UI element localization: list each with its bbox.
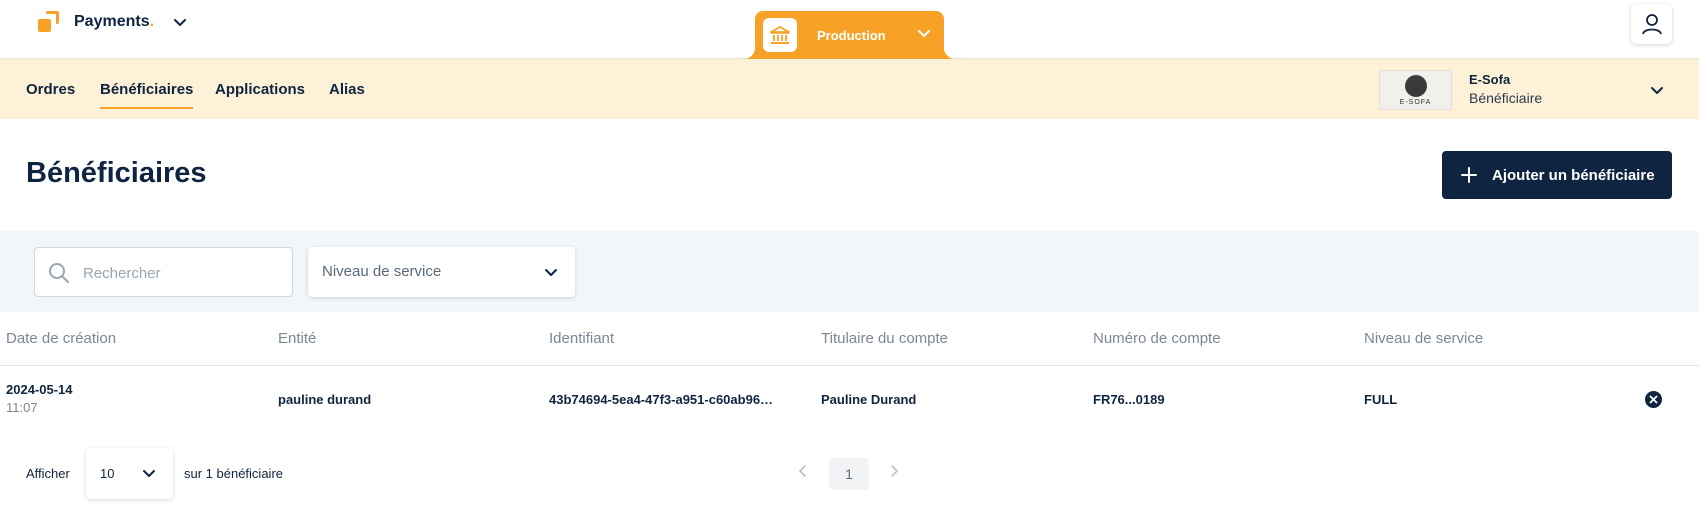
user-account-button[interactable] [1631,4,1672,44]
search-input[interactable] [83,260,278,286]
chevron-right-icon[interactable] [887,464,901,478]
column-header-holder[interactable]: Titulaire du compte [821,330,948,347]
plus-icon [1461,167,1477,183]
per-page-select[interactable]: 10 [86,448,173,499]
column-header-date[interactable]: Date de création [6,330,116,347]
chevron-left-icon[interactable] [796,464,810,478]
brand-name: Payments. [74,13,155,30]
top-bar: Payments. Production [0,0,1699,59]
entity-role: Bénéficiaire [1469,90,1543,106]
nav-item-applications[interactable]: Applications [215,81,305,98]
environment-selector[interactable]: Production [743,11,956,59]
entity-logo: E-SOFA [1379,70,1452,110]
total-count: sur 1 bénéficiaire [184,466,283,481]
entity-switcher[interactable]: E-SOFA E-Sofa Bénéficiaire [1379,70,1679,110]
bank-icon [763,18,797,52]
show-label: Afficher [26,466,70,481]
column-header-identifier[interactable]: Identifiant [549,330,614,347]
nav-item-beneficiaires[interactable]: Bénéficiaires [100,81,194,109]
cell-holder: Pauline Durand [821,392,917,407]
service-level-select[interactable]: Niveau de service [308,247,575,297]
cell-date: 2024-05-14 [6,382,73,397]
entity-name: E-Sofa [1469,72,1511,87]
page-title: Bénéficiaires [26,157,207,189]
chevron-down-icon[interactable] [1649,82,1665,98]
chevron-down-icon[interactable] [172,14,188,30]
add-beneficiary-button[interactable]: Ajouter un bénéficiaire [1442,151,1672,199]
cell-service-level: FULL [1364,392,1398,407]
cell-account: FR76...0189 [1093,392,1165,407]
pagination: Afficher 10 sur 1 bénéficiaire 1 [0,448,1699,500]
search-box[interactable] [34,247,293,297]
brand[interactable]: Payments. [38,11,188,33]
column-header-account[interactable]: Numéro de compte [1093,330,1221,347]
cell-identifier: 43b74694-5ea4-47f3-a951-c60ab96… [549,392,774,407]
cell-entity: pauline durand [278,392,372,407]
table-header: Date de création Entité Identifiant Titu… [0,312,1699,366]
column-header-service-level[interactable]: Niveau de service [1364,330,1483,347]
filter-bar: Niveau de service [0,231,1699,312]
chevron-down-icon [545,269,557,276]
chevron-down-icon [918,30,930,37]
environment-label: Production [817,27,886,43]
nav-item-ordres[interactable]: Ordres [26,81,75,98]
nav-bar: Ordres Bénéficiaires Applications Alias … [0,59,1699,119]
cell-time: 11:07 [6,400,38,415]
remove-icon[interactable] [1645,391,1662,408]
payments-logo-icon [38,11,60,33]
user-icon [1641,14,1662,35]
table-row[interactable]: 2024-05-14 11:07 pauline durand 43b74694… [0,366,1699,432]
nav-item-alias[interactable]: Alias [329,81,365,98]
search-icon [49,263,69,283]
chevron-down-icon [143,470,155,477]
column-header-entity[interactable]: Entité [278,330,316,347]
page-number[interactable]: 1 [829,458,869,490]
